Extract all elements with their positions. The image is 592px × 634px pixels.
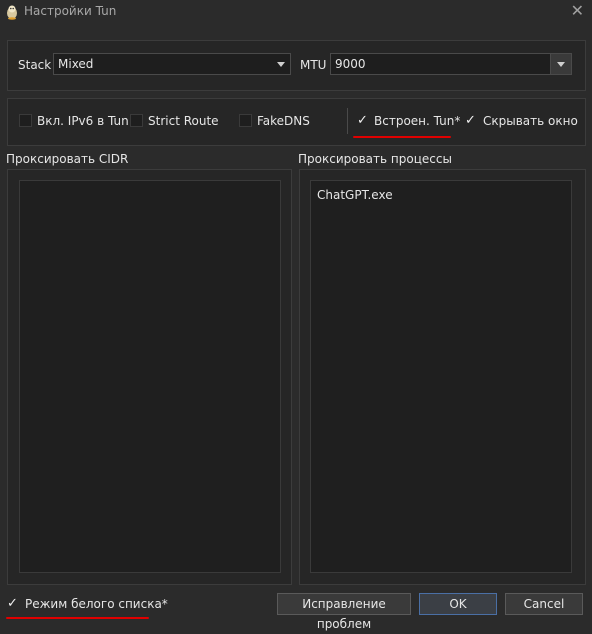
builtin-tun-label: Встроен. Tun* — [374, 114, 461, 128]
cancel-button[interactable]: Cancel — [505, 593, 583, 615]
ipv6-checkbox[interactable] — [19, 114, 32, 127]
stack-value: Mixed — [58, 57, 94, 71]
tux-icon — [7, 5, 17, 20]
ipv6-label: Вкл. IPv6 в Tun — [37, 114, 129, 128]
fakedns-label: FakeDNS — [257, 114, 310, 128]
chevron-down-icon — [277, 62, 285, 67]
annotation-underline — [353, 136, 451, 138]
window-title: Настройки Tun — [24, 4, 117, 18]
strict-route-label: Strict Route — [148, 114, 219, 128]
processes-list[interactable]: ChatGPT.exe — [310, 180, 572, 573]
close-icon[interactable]: ✕ — [571, 2, 584, 20]
stack-select[interactable]: Mixed — [53, 53, 291, 75]
cidr-label: Проксировать CIDR — [6, 152, 129, 166]
mtu-spinbox[interactable]: 9000 — [330, 53, 572, 75]
annotation-underline — [6, 617, 149, 619]
processes-label: Проксировать процессы — [298, 152, 452, 166]
mtu-value: 9000 — [335, 57, 366, 71]
options-divider — [347, 108, 348, 134]
fakedns-checkbox[interactable] — [239, 114, 252, 127]
cidr-list[interactable] — [19, 180, 281, 573]
title-bar: Настройки Tun ✕ — [0, 0, 592, 24]
fix-problems-button[interactable]: Исправление проблем — [277, 593, 411, 631]
hide-window-checkbox[interactable]: ✓ — [465, 114, 476, 127]
mtu-dropdown-button[interactable] — [550, 54, 571, 74]
hide-window-label: Скрывать окно — [483, 114, 578, 128]
whitelist-checkbox[interactable]: ✓ — [7, 597, 18, 610]
list-item[interactable]: ChatGPT.exe — [317, 188, 393, 202]
mtu-label: MTU — [300, 58, 327, 72]
chevron-down-icon — [557, 62, 565, 67]
strict-route-checkbox[interactable] — [130, 114, 143, 127]
ok-button[interactable]: OK — [419, 593, 497, 615]
stack-label: Stack — [18, 58, 52, 72]
whitelist-label: Режим белого списка* — [25, 597, 168, 611]
builtin-tun-checkbox[interactable]: ✓ — [357, 114, 368, 127]
